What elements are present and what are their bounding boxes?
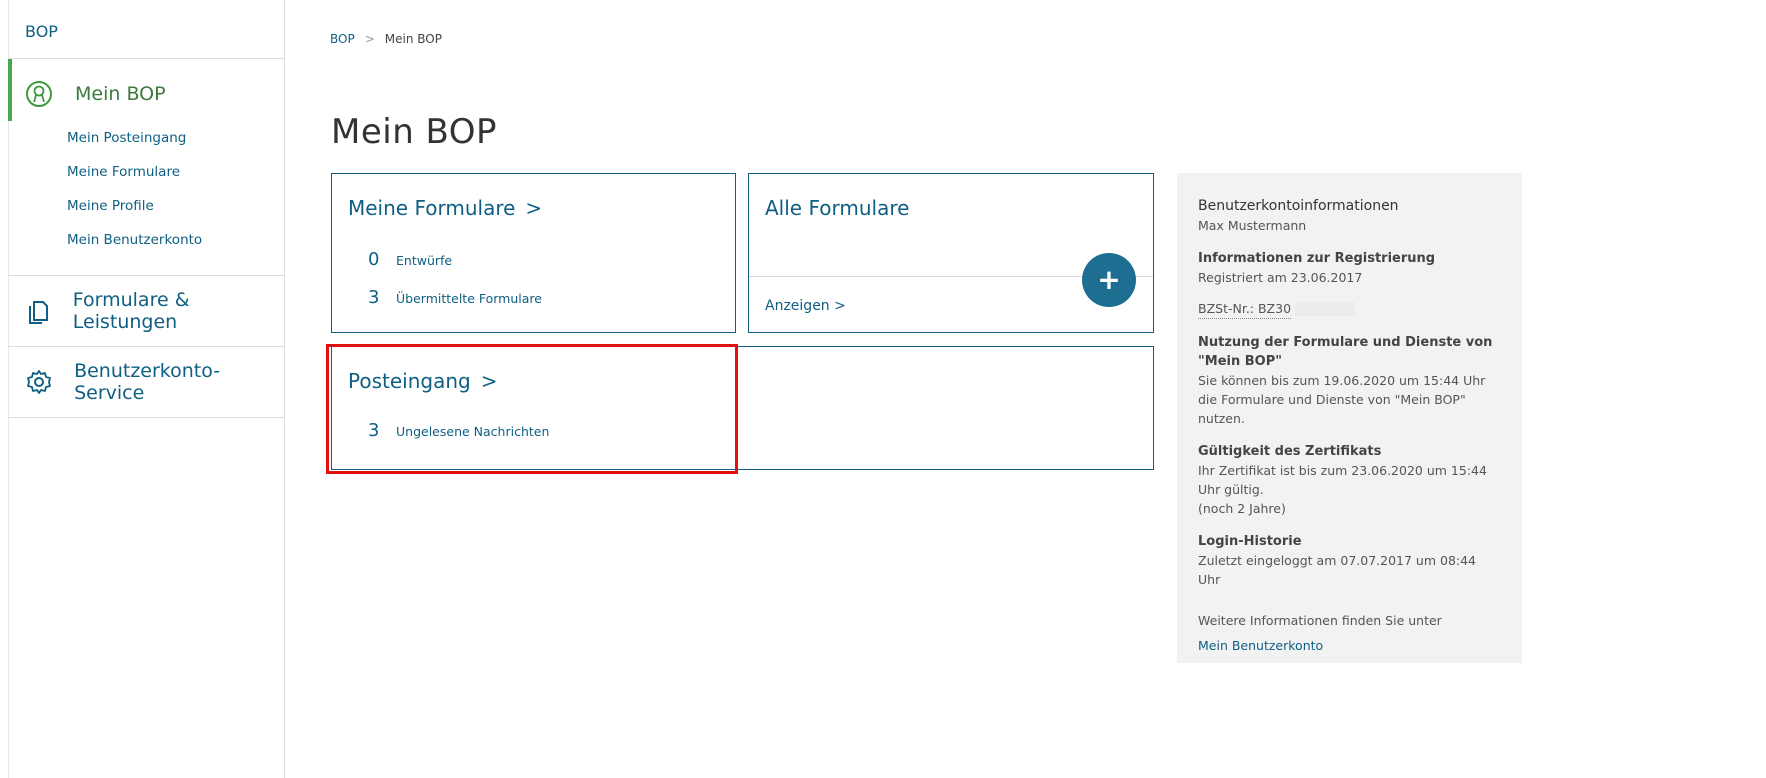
sidebar-item-mein-benutzerkonto[interactable]: Mein Benutzerkonto [67, 223, 284, 257]
sidebar-item-meine-profile[interactable]: Meine Profile [67, 189, 284, 223]
gear-icon [23, 366, 54, 398]
sidebar-item-label: Benutzerkonto-Service [74, 360, 221, 404]
sidebar-item-meine-formulare[interactable]: Meine Formulare [67, 155, 284, 189]
info-login-title: Login-Historie [1198, 534, 1302, 549]
show-all-link[interactable]: Anzeigen > [765, 298, 846, 314]
bzst-row: BZSt-Nr.: BZ30 [1198, 299, 1502, 319]
sidebar-section-service: Benutzerkonto-Service [9, 347, 284, 418]
breadcrumb-separator: > [364, 32, 375, 46]
drafts-row[interactable]: 0 Entwürfe [368, 249, 452, 270]
account-link[interactable]: Mein Benutzerkonto [1198, 638, 1323, 653]
info-usage-title: Nutzung der Formulare und Dienste von "M… [1198, 335, 1493, 369]
card-title: Alle Formulare [765, 196, 910, 220]
card-meine-formulare[interactable]: Meine Formulare > 0 Entwürfe 3 Übermittel… [331, 173, 736, 333]
copy-documents-icon [23, 295, 53, 327]
add-form-button[interactable]: + [1082, 253, 1136, 307]
sidebar-section-mein-bop: Mein BOP Mein Posteingang Meine Formular… [8, 59, 284, 276]
submitted-count: 3 [368, 287, 380, 308]
breadcrumb-current: Mein BOP [384, 32, 442, 46]
info-more-text: Weitere Informationen finden Sie unter [1198, 613, 1442, 628]
submitted-row[interactable]: 3 Übermittelte Formulare [368, 287, 542, 308]
sidebar-item-label: Mein BOP [75, 83, 166, 105]
sidebar-item-mein-bop[interactable]: Mein BOP [9, 59, 284, 129]
page-title: Mein BOP [331, 112, 498, 152]
info-reg-text: Registriert am 23.06.2017 [1198, 270, 1363, 285]
info-reg-title: Informationen zur Registrierung [1198, 251, 1436, 266]
sidebar-item-benutzerkonto-service[interactable]: Benutzerkonto-Service [9, 347, 284, 417]
card-title[interactable]: Meine Formulare > [348, 196, 542, 220]
breadcrumb-root-link[interactable]: BOP [330, 32, 355, 46]
highlight-box [326, 344, 738, 474]
sidebar-submenu: Mein Posteingang Meine Formulare Meine P… [9, 121, 284, 275]
sidebar: BOP Mein BOP Mein Posteingang Meine Form… [8, 0, 285, 778]
sidebar-header: BOP [9, 0, 284, 59]
sidebar-home-link[interactable]: BOP [25, 22, 58, 41]
card-alle-formulare: Alle Formulare Anzeigen > + [748, 173, 1154, 333]
chevron-right-icon: > [525, 196, 543, 220]
drafts-label: Entwürfe [396, 253, 453, 268]
info-user: Max Mustermann [1198, 218, 1307, 233]
info-usage-text: Sie können bis zum 19.06.2020 um 15:44 U… [1198, 373, 1486, 426]
active-indicator [8, 59, 12, 121]
sidebar-item-formulare-leistungen[interactable]: Formulare & Leistungen [9, 276, 284, 346]
submitted-label: Übermittelte Formulare [396, 291, 542, 306]
drafts-count: 0 [368, 249, 380, 270]
user-circle-icon [23, 78, 55, 110]
info-cert-note: (noch 2 Jahre) [1198, 501, 1286, 516]
info-login-text: Zuletzt eingeloggt am 07.07.2017 um 08:4… [1198, 553, 1477, 587]
breadcrumb: BOP > Mein BOP [330, 32, 442, 46]
info-title: Benutzerkontoinformationen [1198, 198, 1399, 214]
sidebar-section-formulare: Formulare & Leistungen [9, 276, 284, 347]
account-info-panel: Benutzerkontoinformationen Max Musterman… [1177, 173, 1522, 663]
sidebar-item-label: Formulare & Leistungen [72, 289, 190, 333]
sidebar-item-mein-posteingang[interactable]: Mein Posteingang [67, 121, 284, 155]
bzst-label: BZSt-Nr.: BZ30 [1198, 299, 1292, 319]
info-cert-text: Ihr Zertifikat ist bis zum 23.06.2020 um… [1198, 463, 1487, 497]
bzst-redacted [1295, 302, 1356, 316]
info-cert-title: Gültigkeit des Zertifikats [1198, 444, 1382, 459]
